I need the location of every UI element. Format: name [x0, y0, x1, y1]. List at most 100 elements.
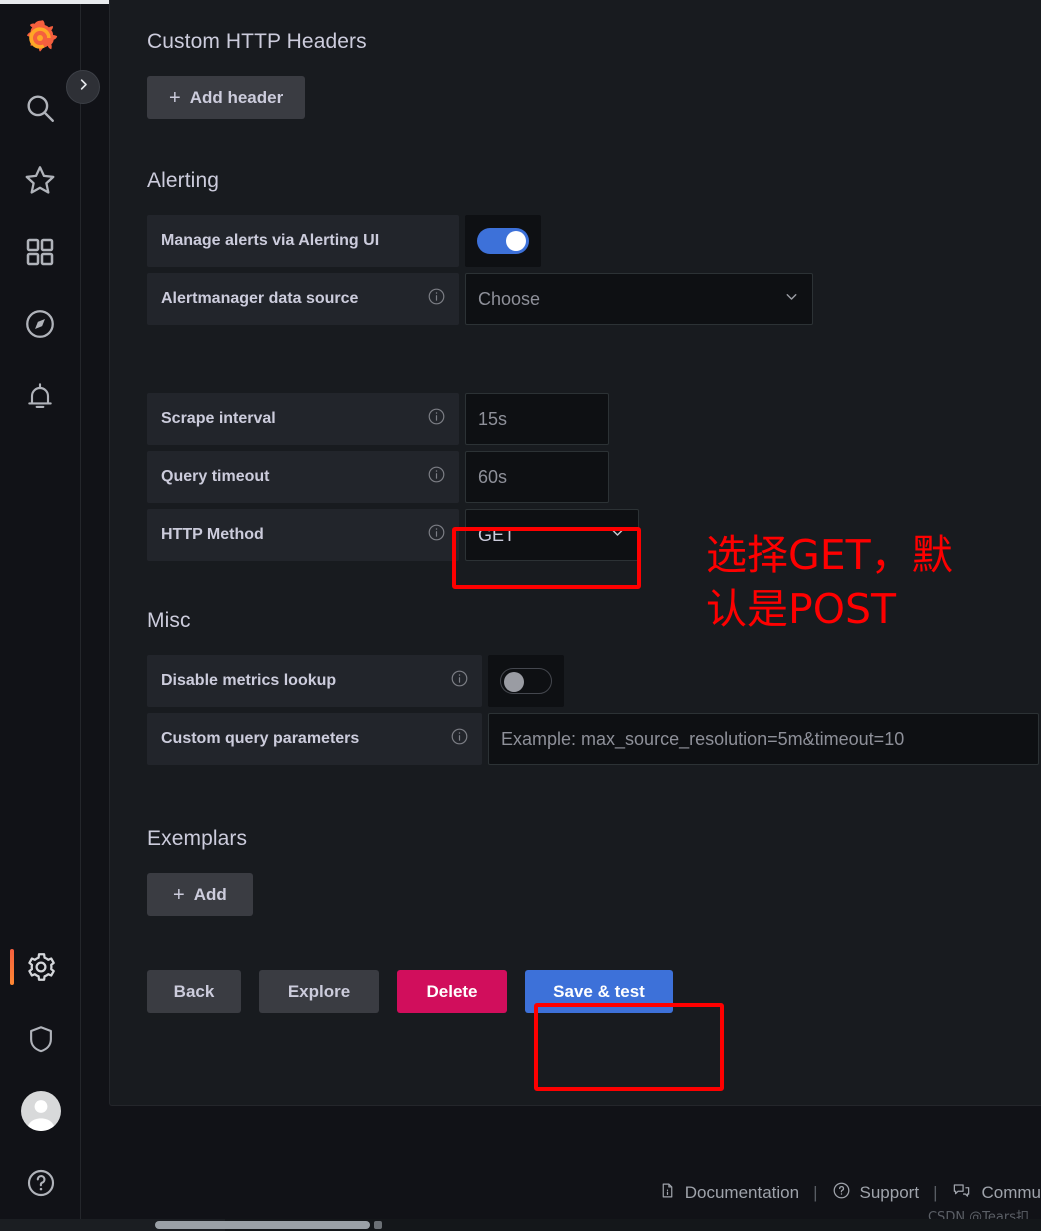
- sidebar-item-user-profile[interactable]: [0, 1075, 81, 1147]
- explore-button[interactable]: Explore: [259, 970, 379, 1013]
- sidebar-item-server-admin[interactable]: [0, 1003, 81, 1075]
- custom-query-parameters-label: Custom query parameters: [161, 730, 360, 747]
- exemplars-section-title: Exemplars: [147, 827, 248, 850]
- scrape-interval-value: 15s: [478, 408, 508, 429]
- alertmanager-label-cell: Alertmanager data source: [147, 273, 459, 325]
- question-circle-icon: [25, 1167, 57, 1199]
- sidebar-item-dashboards[interactable]: [0, 216, 81, 288]
- custom-query-parameters-placeholder: Example: max_source_resolution=5m&timeou…: [501, 728, 905, 749]
- sidebar-bottom-group: [0, 931, 81, 1219]
- disable-metrics-lookup-switch[interactable]: [500, 668, 552, 694]
- info-icon[interactable]: [450, 669, 469, 693]
- settings-form: Custom HTTP Headers + Add header Alertin…: [147, 30, 1041, 1013]
- save-and-test-button[interactable]: Save & test: [525, 970, 673, 1013]
- sidebar-item-help[interactable]: [0, 1147, 81, 1219]
- http-method-value: GET: [478, 524, 516, 545]
- info-icon[interactable]: [427, 523, 446, 547]
- http-method-select[interactable]: GET: [465, 509, 639, 561]
- avatar-icon: [20, 1091, 61, 1131]
- add-header-button[interactable]: + Add header: [147, 76, 306, 119]
- compass-icon: [23, 307, 57, 341]
- manage-alerts-toggle[interactable]: [465, 215, 541, 267]
- add-exemplar-button[interactable]: + Add: [147, 873, 253, 916]
- main-sidebar: [0, 4, 81, 1231]
- community-label: Commu: [981, 1183, 1041, 1202]
- explore-label: Explore: [287, 981, 351, 1001]
- manage-alerts-label: Manage alerts via Alerting UI: [161, 232, 380, 249]
- add-header-label: Add header: [189, 87, 284, 107]
- dashboards-grid-icon: [24, 236, 56, 268]
- sidebar-item-alerting[interactable]: [0, 360, 81, 432]
- bell-icon: [24, 380, 56, 412]
- documentation-link[interactable]: Documentation: [659, 1181, 799, 1205]
- comments-icon: [951, 1181, 972, 1205]
- query-timeout-value: 60s: [478, 466, 508, 487]
- page-footer: Documentation | Support | Commu: [109, 1181, 1041, 1205]
- http-method-label: HTTP Method: [161, 526, 264, 543]
- search-icon: [23, 91, 57, 125]
- save-and-test-label: Save & test: [553, 981, 645, 1001]
- info-icon[interactable]: [427, 465, 446, 489]
- disable-metrics-lookup-label: Disable metrics lookup: [161, 672, 337, 689]
- manage-alerts-switch[interactable]: [477, 228, 529, 254]
- grafana-logo[interactable]: [0, 4, 81, 72]
- info-icon[interactable]: [427, 287, 446, 311]
- custom-query-parameters-input[interactable]: Example: max_source_resolution=5m&timeou…: [488, 713, 1039, 765]
- alertmanager-label: Alertmanager data source: [161, 290, 359, 307]
- alertmanager-select[interactable]: Choose: [465, 273, 813, 325]
- disable-metrics-lookup-toggle[interactable]: [488, 655, 564, 707]
- action-button-row: Back Explore Delete Save & test: [147, 970, 1041, 1013]
- info-icon[interactable]: [450, 727, 469, 751]
- gear-icon: [24, 950, 58, 984]
- query-timeout-input[interactable]: 60s: [465, 451, 609, 503]
- custom-query-parameters-label-cell: Custom query parameters: [147, 713, 482, 765]
- scrape-interval-label-cell: Scrape interval: [147, 393, 459, 445]
- delete-label: Delete: [426, 981, 478, 1001]
- chevron-right-icon: [76, 77, 91, 97]
- plus-icon: +: [169, 86, 181, 109]
- scrollbar-thumb[interactable]: [155, 1221, 370, 1229]
- sidebar-top-group: [0, 4, 81, 432]
- alertmanager-value: Choose: [478, 288, 541, 309]
- shield-icon: [25, 1023, 57, 1055]
- manage-alerts-row: Manage alerts via Alerting UI: [147, 215, 1041, 267]
- back-label: Back: [173, 981, 215, 1001]
- chevron-down-icon: [783, 288, 800, 310]
- query-timeout-label: Query timeout: [161, 468, 270, 485]
- sidebar-item-explore[interactable]: [0, 288, 81, 360]
- scrape-interval-input[interactable]: 15s: [465, 393, 609, 445]
- footer-separator: |: [813, 1183, 818, 1202]
- scrape-interval-row: Scrape interval 15s: [147, 393, 1041, 445]
- sidebar-item-configuration[interactable]: [0, 931, 81, 1003]
- add-exemplar-label: Add: [193, 884, 227, 904]
- scrollbar-thumb-secondary[interactable]: [374, 1221, 382, 1229]
- expand-menu-button[interactable]: [66, 70, 100, 104]
- footer-separator: |: [933, 1183, 938, 1202]
- custom-query-parameters-row: Custom query parameters Example: max_sou…: [147, 713, 1041, 765]
- scrape-interval-label: Scrape interval: [161, 410, 276, 427]
- star-icon: [23, 163, 57, 197]
- support-label: Support: [859, 1183, 920, 1202]
- query-timeout-label-cell: Query timeout: [147, 451, 459, 503]
- community-link[interactable]: Commu: [951, 1181, 1041, 1205]
- support-link[interactable]: Support: [832, 1181, 920, 1205]
- manage-alerts-label-cell: Manage alerts via Alerting UI: [147, 215, 459, 267]
- disable-metrics-lookup-row: Disable metrics lookup: [147, 655, 1041, 707]
- chevron-down-icon: [609, 524, 626, 546]
- horizontal-scrollbar[interactable]: [0, 1219, 1041, 1231]
- custom-http-headers-title: Custom HTTP Headers: [147, 30, 367, 53]
- sidebar-item-starred[interactable]: [0, 144, 81, 216]
- documentation-label: Documentation: [684, 1183, 800, 1202]
- query-timeout-row: Query timeout 60s: [147, 451, 1041, 503]
- annotation-text: 选择GET，默 认是POST: [706, 531, 953, 634]
- question-circle-icon: [832, 1181, 851, 1205]
- plus-icon: +: [173, 883, 185, 906]
- alerting-section-title: Alerting: [147, 169, 220, 192]
- info-icon[interactable]: [427, 407, 446, 431]
- document-icon: [659, 1181, 676, 1205]
- grafana-datasource-settings-page: Custom HTTP Headers + Add header Alertin…: [0, 0, 1041, 1231]
- http-method-label-cell: HTTP Method: [147, 509, 459, 561]
- alertmanager-row: Alertmanager data source Choose: [147, 273, 1041, 325]
- back-button[interactable]: Back: [147, 970, 241, 1013]
- delete-button[interactable]: Delete: [397, 970, 507, 1013]
